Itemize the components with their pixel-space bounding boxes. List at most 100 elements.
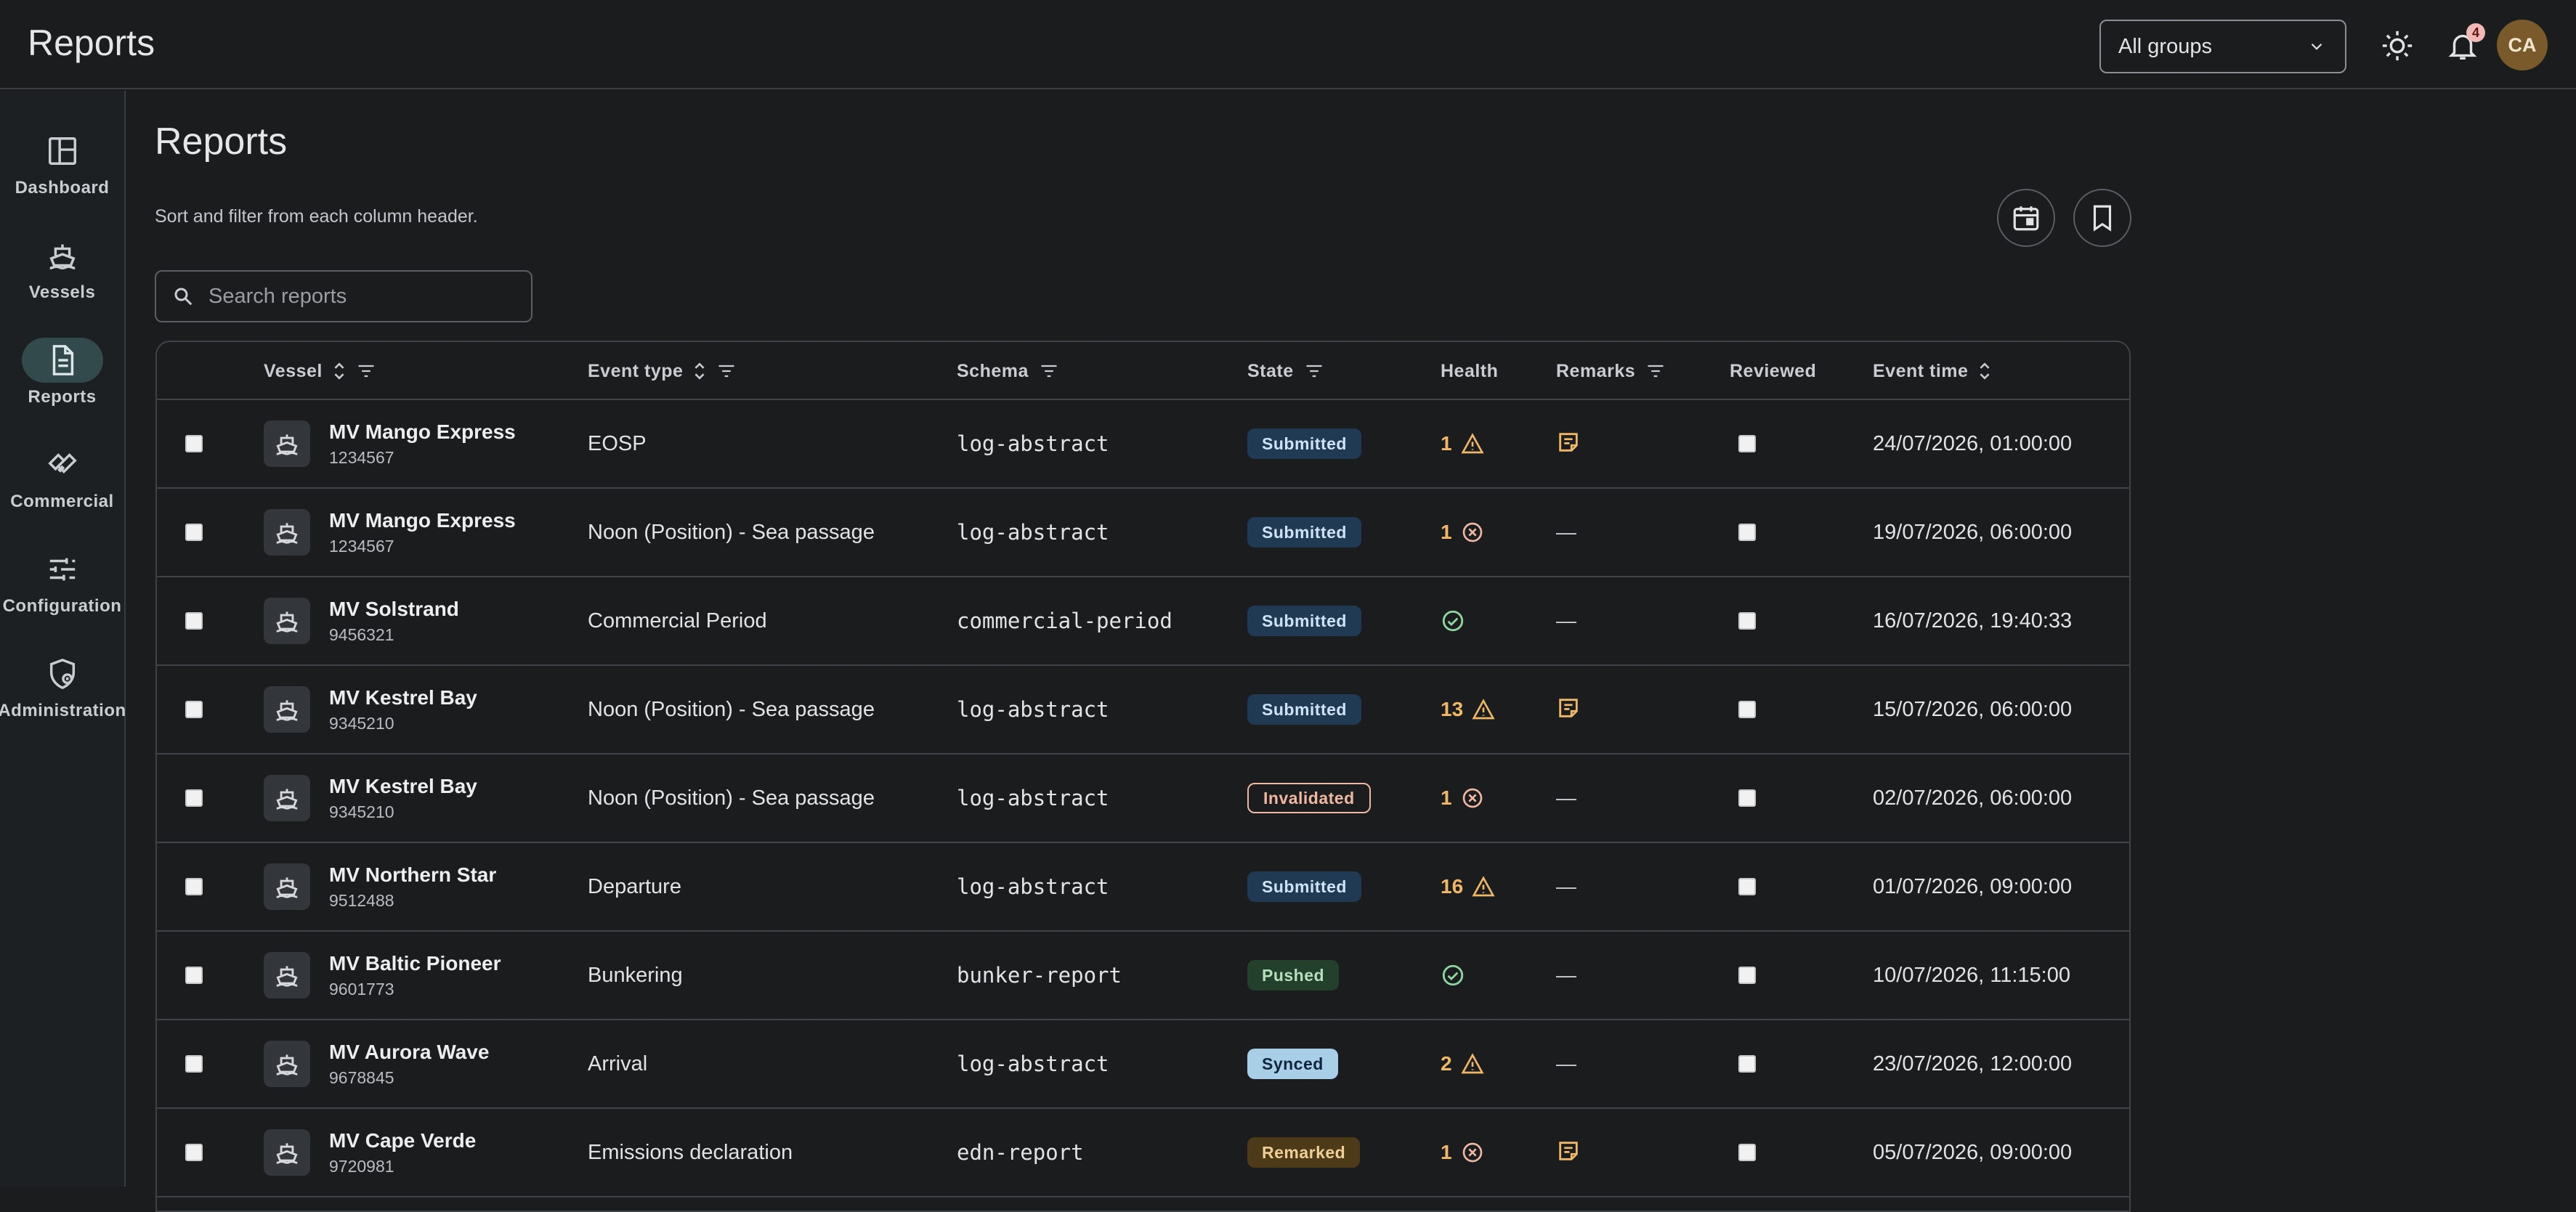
reviewed-checkbox[interactable] — [1738, 524, 1756, 541]
sidebar-item-dashboard[interactable]: Dashboard — [0, 129, 124, 198]
table-row[interactable]: MV Kestrel Bay 9345210 Noon (Position) - S… — [157, 666, 2129, 755]
filter-icon[interactable] — [356, 361, 376, 381]
vessel-imo: 1234567 — [329, 536, 394, 556]
sun-icon — [2382, 30, 2413, 61]
search-field[interactable] — [155, 270, 532, 322]
no-remarks: — — [1556, 609, 1576, 632]
column-schema[interactable]: Schema — [957, 342, 1059, 400]
sidebar-item-configuration[interactable]: Configuration — [0, 547, 124, 617]
remark-note-button[interactable] — [1556, 1139, 1581, 1167]
vessel-name[interactable]: MV Aurora Wave — [329, 1041, 489, 1064]
vessel-thumbnail — [264, 686, 310, 733]
group-select[interactable]: All groups — [2099, 20, 2346, 73]
sort-icon[interactable] — [1978, 361, 1991, 381]
row-select-checkbox[interactable] — [185, 1055, 203, 1073]
row-select-checkbox[interactable] — [185, 701, 203, 718]
reviewed-checkbox[interactable] — [1738, 1144, 1756, 1161]
search-icon — [174, 288, 193, 306]
warning-icon — [1460, 433, 1484, 454]
reviewed-checkbox[interactable] — [1738, 1055, 1756, 1073]
schema: log-abstract — [957, 697, 1109, 722]
vessel-name[interactable]: MV Kestrel Bay — [329, 775, 477, 798]
schema: bunker-report — [957, 963, 1122, 988]
sort-icon[interactable] — [693, 361, 706, 381]
row-select-checkbox[interactable] — [185, 967, 203, 984]
no-remarks: — — [1556, 1052, 1576, 1075]
vessel-name[interactable]: MV Mango Express — [329, 509, 516, 532]
event-time: 15/07/2026, 06:00:00 — [1873, 697, 2073, 721]
state-badge: Invalidated — [1247, 783, 1371, 813]
health-count: 13 — [1441, 698, 1464, 720]
table-row[interactable]: MV Kestrel Bay 9345210 Noon (Position) - S… — [157, 755, 2129, 843]
vessel-imo: 9345210 — [329, 713, 394, 733]
reviewed-checkbox[interactable] — [1738, 435, 1756, 452]
schema: log-abstract — [957, 786, 1109, 810]
vessel-thumbnail — [264, 1129, 310, 1176]
row-select-checkbox[interactable] — [185, 1144, 203, 1161]
vessel-name[interactable]: MV Kestrel Bay — [329, 686, 477, 709]
row-select-checkbox[interactable] — [185, 612, 203, 630]
table-row[interactable]: MV Cape Verde 9720981 Emissions declaratio… — [157, 1109, 2129, 1197]
table-row[interactable]: MV Mango Express 1234567 Noon (Position) -… — [157, 489, 2129, 577]
vessel-name[interactable]: MV Baltic Pioneer — [329, 952, 501, 975]
health-indicator — [1441, 609, 1465, 633]
filter-icon[interactable] — [1039, 361, 1059, 381]
column-remarks[interactable]: Remarks — [1556, 342, 1666, 400]
table-row[interactable]: MV Mango Express 1234567 EOSP log-abstract S… — [157, 400, 2129, 489]
no-remarks: — — [1556, 875, 1576, 898]
filter-icon[interactable] — [1645, 361, 1666, 381]
vessel-name[interactable]: MV Cape Verde — [329, 1129, 476, 1152]
reviewed-checkbox[interactable] — [1738, 701, 1756, 718]
event-type: Arrival — [588, 1052, 648, 1075]
theme-toggle-button[interactable] — [2373, 22, 2421, 70]
table-row[interactable]: MV Solstrand 9456321 Commercial Period comm… — [157, 577, 2129, 666]
table-row[interactable]: MV Aurora Wave 9678845 Arrival log-abstract… — [157, 1020, 2129, 1109]
table-row[interactable]: MV Northern Star 9512488 Departure log-abst… — [157, 843, 2129, 932]
row-select-checkbox[interactable] — [185, 435, 203, 452]
vessel-thumbnail — [264, 509, 310, 556]
table-row[interactable]: MV Baltic Pioneer 9601773 Bunkering bunker-… — [157, 932, 2129, 1020]
column-state[interactable]: State — [1247, 342, 1324, 400]
row-select-checkbox[interactable] — [185, 524, 203, 541]
sort-icon[interactable] — [333, 361, 346, 381]
filter-icon[interactable] — [1304, 361, 1324, 381]
vessel-imo: 9456321 — [329, 625, 394, 644]
reviewed-checkbox[interactable] — [1738, 878, 1756, 895]
schema: log-abstract — [957, 874, 1109, 899]
sidebar-item-reports[interactable]: Reports — [0, 338, 124, 407]
health-indicator: 13 — [1441, 698, 1495, 721]
row-select-checkbox[interactable] — [185, 789, 203, 807]
notifications-button[interactable]: 4 — [2439, 22, 2487, 70]
row-select-checkbox[interactable] — [185, 878, 203, 895]
ship-icon — [276, 611, 298, 633]
reviewed-checkbox[interactable] — [1738, 789, 1756, 807]
sidebar-item-administration[interactable]: Administration — [0, 651, 126, 721]
avatar[interactable]: CA — [2497, 20, 2548, 70]
reviewed-checkbox[interactable] — [1738, 612, 1756, 630]
sidebar-item-commercial[interactable]: Commercial — [0, 442, 124, 512]
column-event-time[interactable]: Event time — [1873, 342, 1991, 400]
remark-note-button[interactable] — [1556, 430, 1581, 458]
sidebar-item-vessels[interactable]: Vessels — [0, 233, 124, 303]
sliders-icon — [22, 547, 103, 592]
filter-icon[interactable] — [716, 361, 737, 381]
column-vessel[interactable]: Vessel — [264, 342, 376, 400]
state-badge: Submitted — [1247, 428, 1361, 459]
table-header: Vessel Event type Schema State Health Re… — [157, 342, 2129, 400]
vessel-name[interactable]: MV Solstrand — [329, 598, 459, 621]
column-event-type[interactable]: Event type — [588, 342, 737, 400]
event-time: 24/07/2026, 01:00:00 — [1873, 431, 2073, 455]
vessel-name[interactable]: MV Northern Star — [329, 863, 496, 887]
health-count: 2 — [1441, 1052, 1452, 1075]
saved-views-button[interactable] — [2073, 189, 2131, 247]
remark-note-button[interactable] — [1556, 696, 1581, 724]
date-range-button[interactable] — [1997, 189, 2055, 247]
health-count: 1 — [1441, 786, 1452, 809]
state-badge: Submitted — [1247, 517, 1361, 548]
reviewed-checkbox[interactable] — [1738, 967, 1756, 984]
vessel-name[interactable]: MV Mango Express — [329, 420, 516, 444]
event-time: 05/07/2026, 09:00:00 — [1873, 1140, 2073, 1164]
search-input[interactable] — [208, 284, 514, 309]
document-icon — [21, 338, 103, 383]
page-title: Reports — [155, 121, 288, 163]
